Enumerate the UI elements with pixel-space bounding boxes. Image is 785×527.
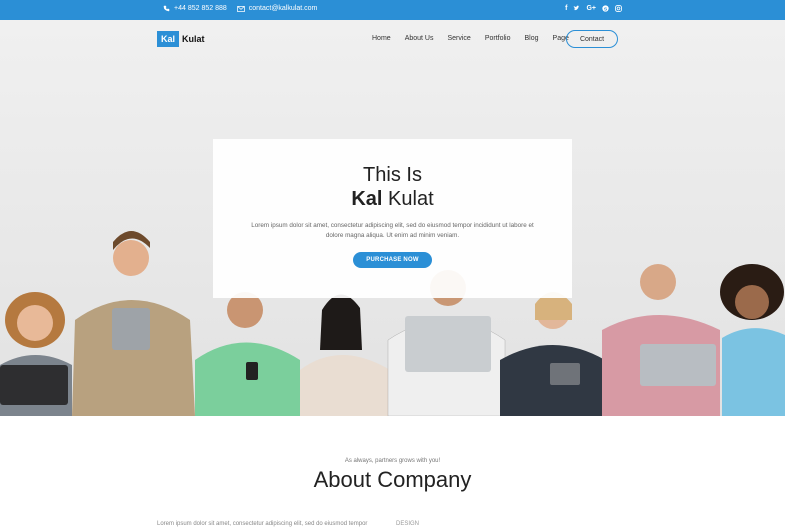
google-plus-icon[interactable]: G+ <box>586 5 596 12</box>
social-links: f G+ S <box>565 5 622 12</box>
about-stat-label: DESIGN <box>396 521 420 527</box>
hero-section: Kal Kulat Home About Us Service Portfoli… <box>0 20 785 416</box>
phone-contact[interactable]: +44 852 852 888 <box>163 5 227 12</box>
site-logo[interactable]: Kal Kulat <box>157 31 205 47</box>
about-paragraph: Lorem ipsum dolor sit amet, consectetur … <box>157 521 368 527</box>
contact-button[interactable]: Contact <box>566 30 618 48</box>
instagram-icon[interactable] <box>615 5 622 12</box>
skype-icon[interactable]: S <box>602 5 609 12</box>
logo-kal: Kal <box>157 31 180 47</box>
hero-description: Lorem ipsum dolor sit amet, consectetur … <box>251 222 534 239</box>
nav-menu: Home About Us Service Portfolio Blog Pag… <box>372 35 583 42</box>
phone-number: +44 852 852 888 <box>174 5 227 12</box>
phone-icon <box>163 5 170 12</box>
about-title: About Company <box>313 467 472 492</box>
nav-home[interactable]: Home <box>372 35 391 42</box>
email-address: contact@kalkulat.com <box>248 5 318 12</box>
nav-service[interactable]: Service <box>447 35 470 42</box>
contact-info: +44 852 852 888 contact@kalkulat.com <box>163 5 317 12</box>
nav-blog[interactable]: Blog <box>525 35 539 42</box>
purchase-now-button[interactable]: PURCHASE NOW <box>353 252 432 268</box>
hero-title-line1: This Is <box>363 164 422 186</box>
nav-about-us[interactable]: About Us <box>405 35 434 42</box>
mail-icon <box>237 5 245 12</box>
twitter-icon[interactable] <box>573 5 580 12</box>
hero-title-bold: Kal <box>351 188 383 210</box>
nav-portfolio[interactable]: Portfolio <box>485 35 511 42</box>
logo-kulat: Kulat <box>182 34 205 44</box>
hero-title-rest: Kulat <box>382 188 434 210</box>
top-bar: +44 852 852 888 contact@kalkulat.com f G… <box>0 0 785 20</box>
main-navbar: Kal Kulat Home About Us Service Portfoli… <box>0 20 785 58</box>
hero-title-line2: Kal Kulat <box>213 188 572 211</box>
hero-card: This Is Kal Kulat Lorem ipsum dolor sit … <box>213 139 572 298</box>
about-tagline: As always, partners grows with you! <box>344 458 441 464</box>
facebook-icon[interactable]: f <box>565 5 567 12</box>
email-contact[interactable]: contact@kalkulat.com <box>237 5 318 12</box>
about-section: As always, partners grows with you! Abou… <box>0 416 785 527</box>
